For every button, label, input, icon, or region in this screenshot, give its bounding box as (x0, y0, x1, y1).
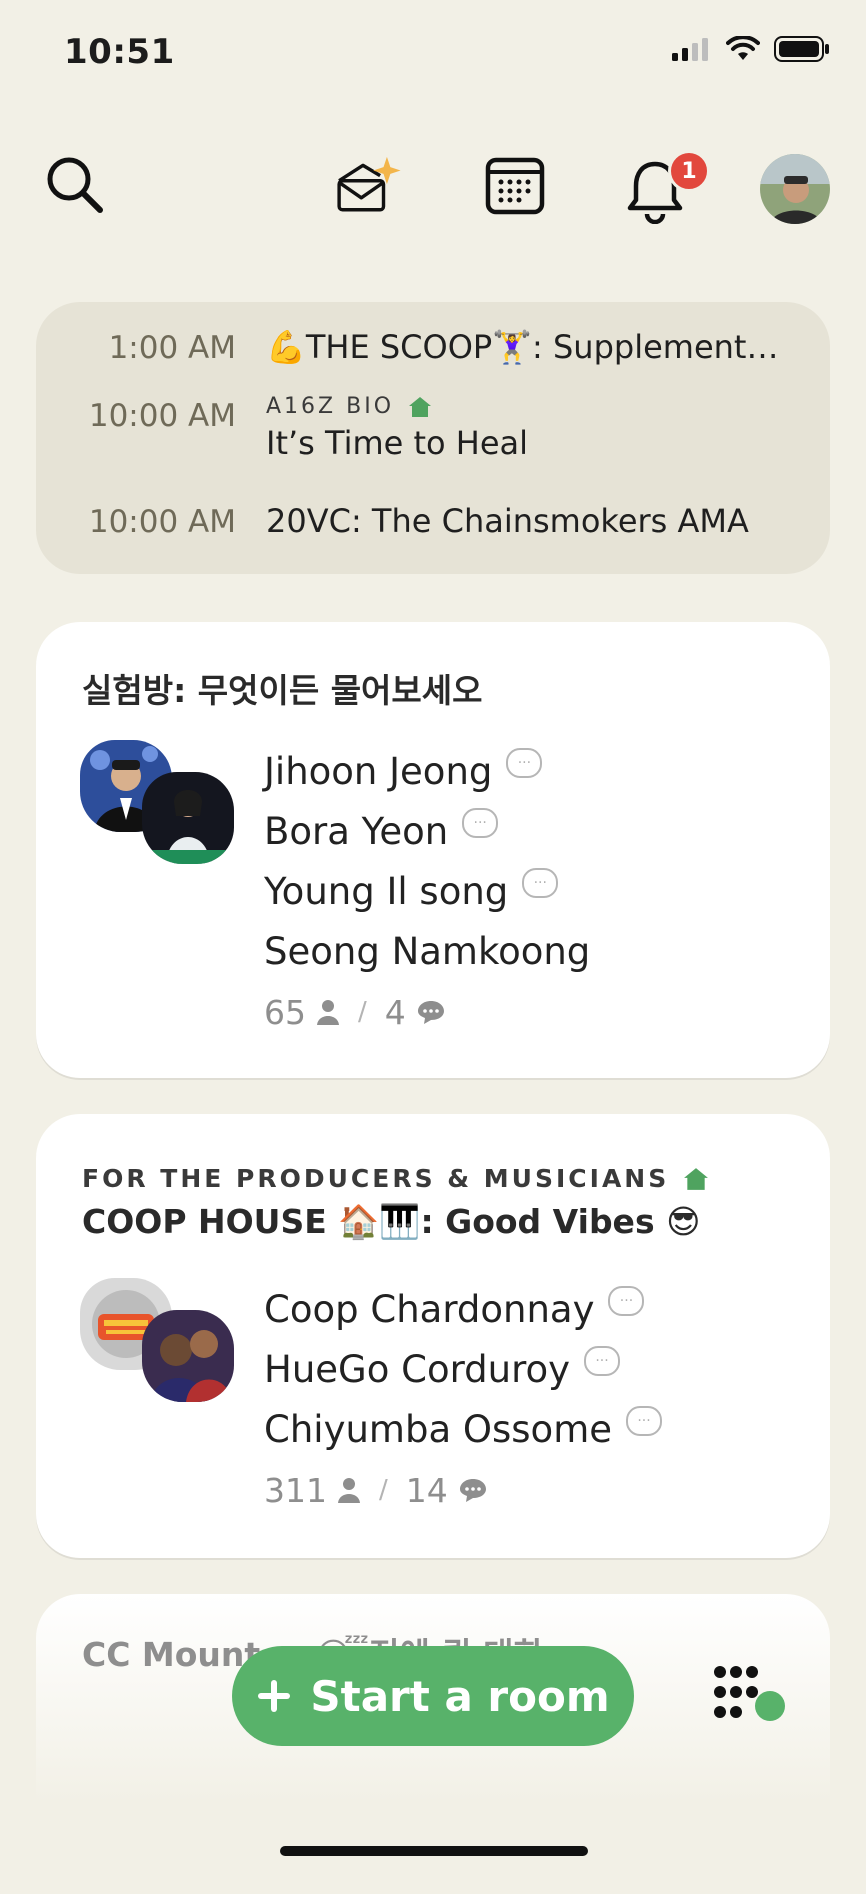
room-stats: 65 / 4 (264, 982, 590, 1042)
speech-bubble-icon: ··· (522, 868, 559, 898)
chat-bubble-icon (459, 1479, 486, 1502)
schedule-title: 💪THE SCOOP🏋️‍♀️: Supplement… (266, 328, 779, 366)
upcoming-schedule[interactable]: 1:00 AM 💪THE SCOOP🏋️‍♀️: Supplement… 10:… (36, 302, 830, 574)
room-title: COOP HOUSE 🏠🎹: Good Vibes 😎 (82, 1202, 701, 1241)
listener-count: 311 (264, 1470, 327, 1510)
divider: / (379, 1475, 388, 1505)
speech-bubble-icon: ··· (608, 1286, 645, 1316)
battery-icon (774, 36, 829, 62)
speech-bubble-icon: ··· (584, 1346, 621, 1376)
house-icon (409, 396, 432, 417)
speaker-list: Jihoon Jeong ··· Bora Yeon ··· Young Il so… (264, 742, 590, 1042)
speech-bubble-icon: ··· (626, 1406, 662, 1436)
wifi-icon (726, 36, 760, 60)
speaker-count: 14 (405, 1470, 448, 1510)
schedule-time: 10:00 AM (88, 504, 236, 540)
person-icon (317, 1000, 339, 1025)
room-card[interactable]: 실험방: 무엇이든 물어보세오 Jihoon Jeong ··· Bora Yeo… (36, 622, 830, 1078)
speaker-name[interactable]: Jihoon Jeong ··· (264, 742, 590, 802)
speaker-name[interactable]: HueGo Corduroy ··· (264, 1340, 662, 1400)
speaker-count: 4 (384, 992, 406, 1032)
room-stats: 311 / 14 (264, 1460, 662, 1520)
schedule-title: It’s Time to Heal (266, 424, 529, 462)
signal-icon (672, 38, 708, 61)
start-room-label: Start a room (310, 1671, 610, 1721)
home-indicator (280, 1846, 588, 1856)
divider: / (358, 997, 367, 1027)
speech-bubble-icon: ··· (506, 748, 543, 778)
notification-badge: 1 (668, 150, 710, 192)
calendar-icon[interactable] (480, 150, 550, 220)
profile-avatar[interactable] (760, 154, 830, 224)
club-name: A16Z BIO (266, 394, 395, 419)
schedule-club: A16Z BIO (266, 394, 432, 419)
house-icon (684, 1167, 709, 1190)
speaker-name[interactable]: Seong Namkoong (264, 922, 590, 982)
listener-count: 65 (264, 992, 306, 1032)
schedule-time: 10:00 AM (88, 398, 236, 434)
search-icon[interactable] (40, 150, 110, 220)
room-card[interactable]: FOR THE PRODUCERS & MUSICIANS COOP HOUSE… (36, 1114, 830, 1558)
speaker-avatar (142, 772, 234, 864)
person-icon (338, 1478, 360, 1503)
plus-icon (258, 1680, 291, 1712)
backchannel-grid-icon[interactable] (712, 1664, 788, 1724)
schedule-time: 1:00 AM (108, 330, 236, 366)
status-icons (672, 36, 830, 62)
speech-bubble-icon: ··· (462, 808, 499, 838)
room-club: FOR THE PRODUCERS & MUSICIANS (82, 1164, 709, 1193)
speaker-name[interactable]: Young Il song ··· (264, 862, 590, 922)
club-name: FOR THE PRODUCERS & MUSICIANS (82, 1164, 670, 1193)
room-title: 실험방: 무엇이든 물어보세오 (82, 671, 483, 710)
start-room-button[interactable]: Start a room (232, 1646, 634, 1746)
invite-envelope-icon[interactable] (334, 150, 404, 220)
speaker-name[interactable]: Chiyumba Ossome ··· (264, 1400, 662, 1460)
speaker-avatar (142, 1310, 234, 1402)
schedule-title: 20VC: The Chainsmokers AMA (266, 502, 749, 540)
status-time: 10:51 (64, 32, 175, 72)
speaker-list: Coop Chardonnay ··· HueGo Corduroy ··· Chi… (264, 1280, 662, 1520)
chat-bubble-icon (417, 1001, 444, 1024)
